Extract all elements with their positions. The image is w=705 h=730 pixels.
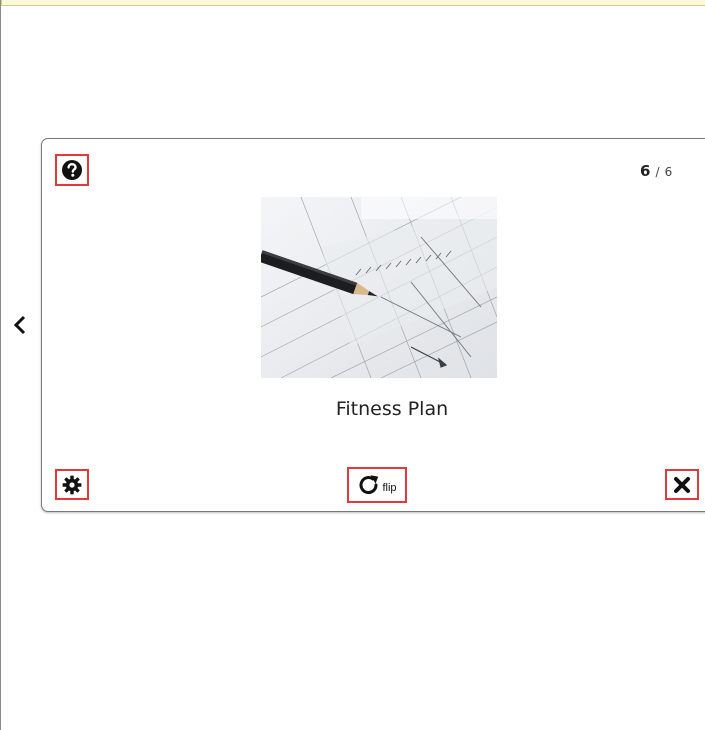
close-button[interactable]: [665, 469, 699, 500]
question-circle-icon: [62, 160, 82, 180]
card-image: [261, 197, 497, 378]
pencil-on-blueprint-image: [261, 197, 497, 378]
viewport: 6 / 6 Fitness Plan flip: [0, 0, 705, 730]
flip-button[interactable]: flip: [347, 467, 407, 503]
close-icon: [674, 476, 690, 493]
help-button[interactable]: [55, 154, 89, 186]
card-title: Fitness Plan: [335, 398, 449, 420]
flip-label: flip: [382, 482, 397, 494]
card-counter: 6 / 6: [640, 161, 672, 180]
counter-current: 6: [640, 162, 651, 180]
gear-icon: [62, 475, 82, 494]
counter-total: 6: [664, 165, 673, 179]
counter-separator: /: [655, 165, 660, 179]
top-banner: [1, 0, 705, 6]
settings-button[interactable]: [55, 469, 89, 500]
chevron-left-icon: [13, 315, 26, 335]
previous-card-button[interactable]: [9, 310, 31, 340]
rotate-right-icon: [360, 475, 379, 495]
flashcard: 6 / 6 Fitness Plan flip: [41, 138, 705, 512]
